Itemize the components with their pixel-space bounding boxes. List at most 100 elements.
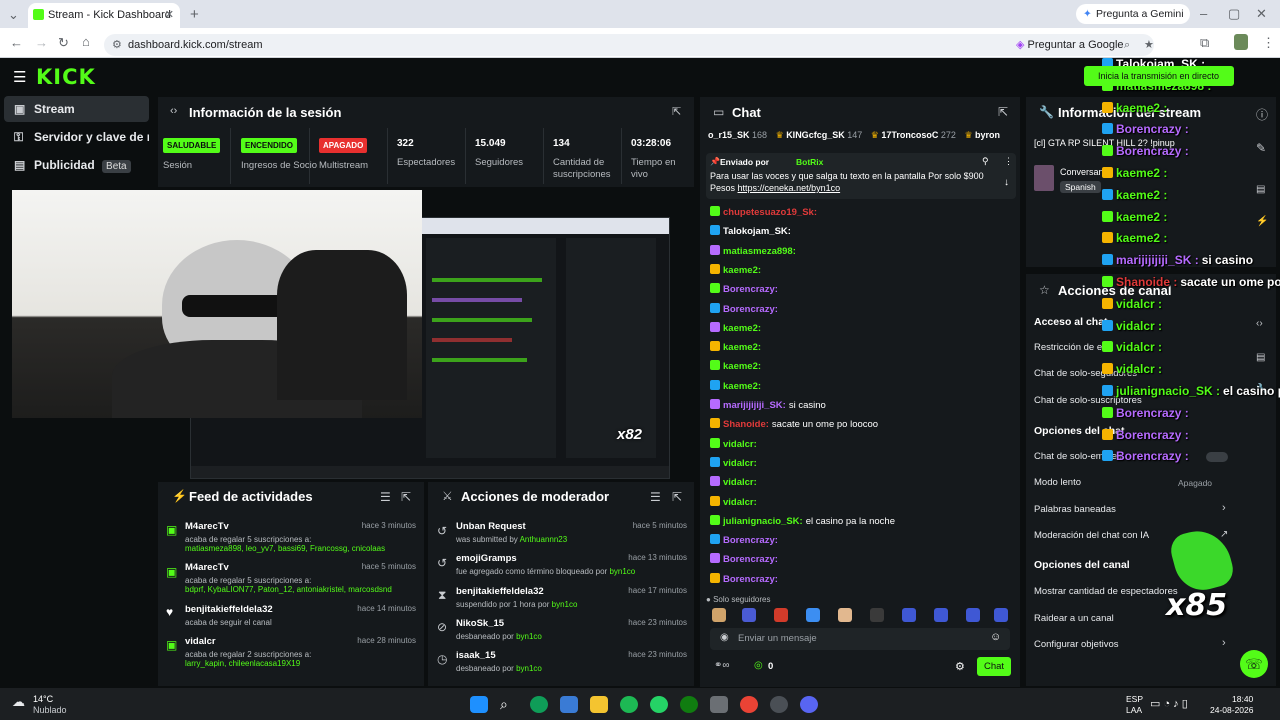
pinned-link[interactable]: https://ceneka.net/byn1co	[738, 183, 841, 193]
chat-username[interactable]: vidalcr:	[723, 497, 757, 508]
chat-message[interactable]: Shanoide: sacate un ome po loocoo	[710, 418, 878, 434]
chat-username[interactable]: vidalcr:	[723, 477, 757, 488]
back-icon[interactable]: ←	[10, 36, 23, 49]
site-info-icon[interactable]: ⚙	[112, 34, 122, 56]
ai-moderation-row[interactable]: Moderación del chat con IA	[1034, 530, 1149, 541]
profile-avatar[interactable]	[1234, 34, 1248, 50]
kick-logo[interactable]: KICK	[36, 65, 96, 89]
extensions-icon[interactable]: ⧉	[1200, 36, 1209, 49]
chat-username[interactable]: Borencrazy:	[723, 304, 778, 315]
chat-username[interactable]: vidalcr:	[723, 439, 757, 450]
chat-message[interactable]: kaeme2:	[710, 321, 764, 338]
system-tray-icons[interactable]: ▭ ◔ ♪ ▯	[1150, 697, 1188, 710]
chat-username[interactable]: kaeme2:	[723, 361, 761, 372]
chat-username[interactable]: Borencrazy:	[723, 574, 778, 585]
chat-username[interactable]: Shanoide:	[723, 419, 769, 430]
filter-icon[interactable]: ☰	[380, 490, 391, 504]
clock-date[interactable]: 24-08-2026	[1210, 705, 1253, 715]
slow-mode-row[interactable]: Modo lento	[1034, 477, 1081, 488]
home-icon[interactable]: ⌂	[82, 35, 90, 48]
chat-username[interactable]: matiasmeza898:	[723, 246, 796, 257]
chrome-icon[interactable]	[740, 696, 758, 713]
chat-message[interactable]: Borencrazy:	[710, 534, 781, 550]
edit-restriction-row[interactable]: Restricción de ed	[1034, 342, 1107, 353]
emote-icon[interactable]	[742, 608, 756, 622]
chat-username[interactable]: vidalcr:	[723, 458, 757, 469]
chat-message[interactable]: matiasmeza898:	[710, 244, 799, 261]
unpin-icon[interactable]: ⚲	[982, 156, 989, 167]
search-icon[interactable]: ⌕	[500, 696, 518, 713]
emotes-only-toggle[interactable]	[1206, 452, 1228, 462]
chat-message[interactable]: vidalcr:	[710, 456, 760, 473]
hamburger-menu-icon[interactable]: ☰	[13, 68, 26, 86]
chevron-right-icon[interactable]: ›	[1222, 637, 1226, 649]
language-top[interactable]: ESP	[1126, 694, 1143, 704]
chat-username[interactable]: kaeme2:	[723, 265, 761, 276]
popout-icon[interactable]: ⇱	[672, 105, 681, 118]
obs-icon[interactable]	[770, 696, 788, 713]
emote-icon[interactable]	[838, 608, 852, 622]
bookmark-star-icon[interactable]: ★	[1144, 34, 1154, 56]
emote-icon[interactable]	[870, 608, 884, 622]
zoom-icon[interactable]: ⌕	[1124, 34, 1130, 56]
start-icon[interactable]	[470, 696, 488, 713]
chat-message[interactable]: kaeme2:	[710, 379, 764, 396]
popout-icon[interactable]: ⇱	[672, 490, 682, 504]
external-link-icon[interactable]: ↗	[1220, 529, 1228, 540]
chat-username[interactable]: kaeme2:	[723, 381, 761, 392]
chat-username[interactable]: Talokojam_SK:	[723, 226, 791, 237]
minimize-icon[interactable]: –	[1200, 7, 1207, 20]
chat-username[interactable]: Borencrazy:	[723, 535, 778, 546]
banned-words-row[interactable]: Palabras baneadas	[1034, 504, 1116, 515]
send-chat-button[interactable]: Chat	[977, 657, 1011, 676]
emote-icon[interactable]	[934, 608, 948, 622]
chat-message[interactable]: chupetesuazo19_Sk:	[710, 206, 820, 222]
chat-message[interactable]: kaeme2:	[710, 263, 764, 280]
chat-message[interactable]: vidalcr:	[710, 476, 760, 492]
set-goals-row[interactable]: Configurar objetivos	[1034, 639, 1119, 650]
chat-username[interactable]: kaeme2:	[723, 323, 761, 334]
chat-username[interactable]: Borencrazy:	[723, 284, 778, 295]
chat-username[interactable]: marijijijiji_SK:	[723, 400, 786, 411]
rail-icon[interactable]: ‹›	[1256, 318, 1263, 329]
emote-icon[interactable]	[774, 608, 788, 622]
rail-icon[interactable]: ▤	[1256, 184, 1265, 195]
emote-icon[interactable]	[994, 608, 1008, 622]
chat-message[interactable]: Borencrazy:	[710, 302, 781, 319]
rail-icon[interactable]: ▤	[1256, 352, 1265, 363]
edit-icon[interactable]: ✎	[1256, 141, 1266, 155]
app-icon[interactable]	[710, 696, 728, 713]
chat-message[interactable]: Borencrazy:	[710, 553, 781, 569]
browser-tab[interactable]: Stream - Kick Dashboard ✕	[28, 3, 180, 28]
help-button[interactable]: ☏	[1240, 650, 1268, 678]
emote-icon[interactable]	[966, 608, 980, 622]
chat-message[interactable]: kaeme2:	[710, 341, 764, 357]
forward-icon[interactable]: →	[35, 36, 48, 49]
close-tab-icon[interactable]: ✕	[165, 8, 174, 21]
spotify-icon[interactable]	[620, 696, 638, 713]
settings-link-icon[interactable]: ⚭∞	[714, 660, 730, 671]
window-close-icon[interactable]: ✕	[1256, 7, 1267, 20]
chevron-right-icon[interactable]: ›	[1222, 502, 1226, 514]
chat-message[interactable]: vidalcr:	[710, 437, 760, 454]
gemini-button[interactable]: ✦ Pregunta a Gemini	[1076, 4, 1190, 24]
browser-menu-icon[interactable]: ⋮	[1262, 36, 1275, 49]
chat-message[interactable]: kaeme2:	[710, 360, 764, 376]
chat-message[interactable]: julianignacio_SK: el casino pa la noche	[710, 514, 895, 531]
expand-pinned-icon[interactable]: ↓	[1004, 177, 1009, 188]
maximize-icon[interactable]: ▢	[1228, 7, 1240, 20]
emote-icon[interactable]	[902, 608, 916, 622]
xbox-icon[interactable]	[680, 696, 698, 713]
sidebar-item-stream[interactable]: ▣ Stream	[4, 96, 149, 122]
chat-message[interactable]: marijijijiji_SK: si casino	[710, 399, 826, 415]
rail-icon[interactable]: ⚡	[1256, 216, 1268, 227]
info-icon[interactable]: ⓘ	[1256, 106, 1268, 123]
chat-username[interactable]: julianignacio_SK:	[723, 516, 803, 527]
chat-username[interactable]: kaeme2:	[723, 342, 761, 353]
whatsapp-icon[interactable]	[650, 696, 668, 713]
language-bottom[interactable]: LAA	[1126, 705, 1142, 715]
chat-message[interactable]: Borencrazy:	[710, 572, 781, 589]
raid-channel-row[interactable]: Raidear a un canal	[1034, 613, 1114, 624]
tab-list-icon[interactable]: ⌄	[8, 8, 19, 21]
show-viewers-row[interactable]: Mostrar cantidad de espectadores	[1034, 586, 1178, 597]
